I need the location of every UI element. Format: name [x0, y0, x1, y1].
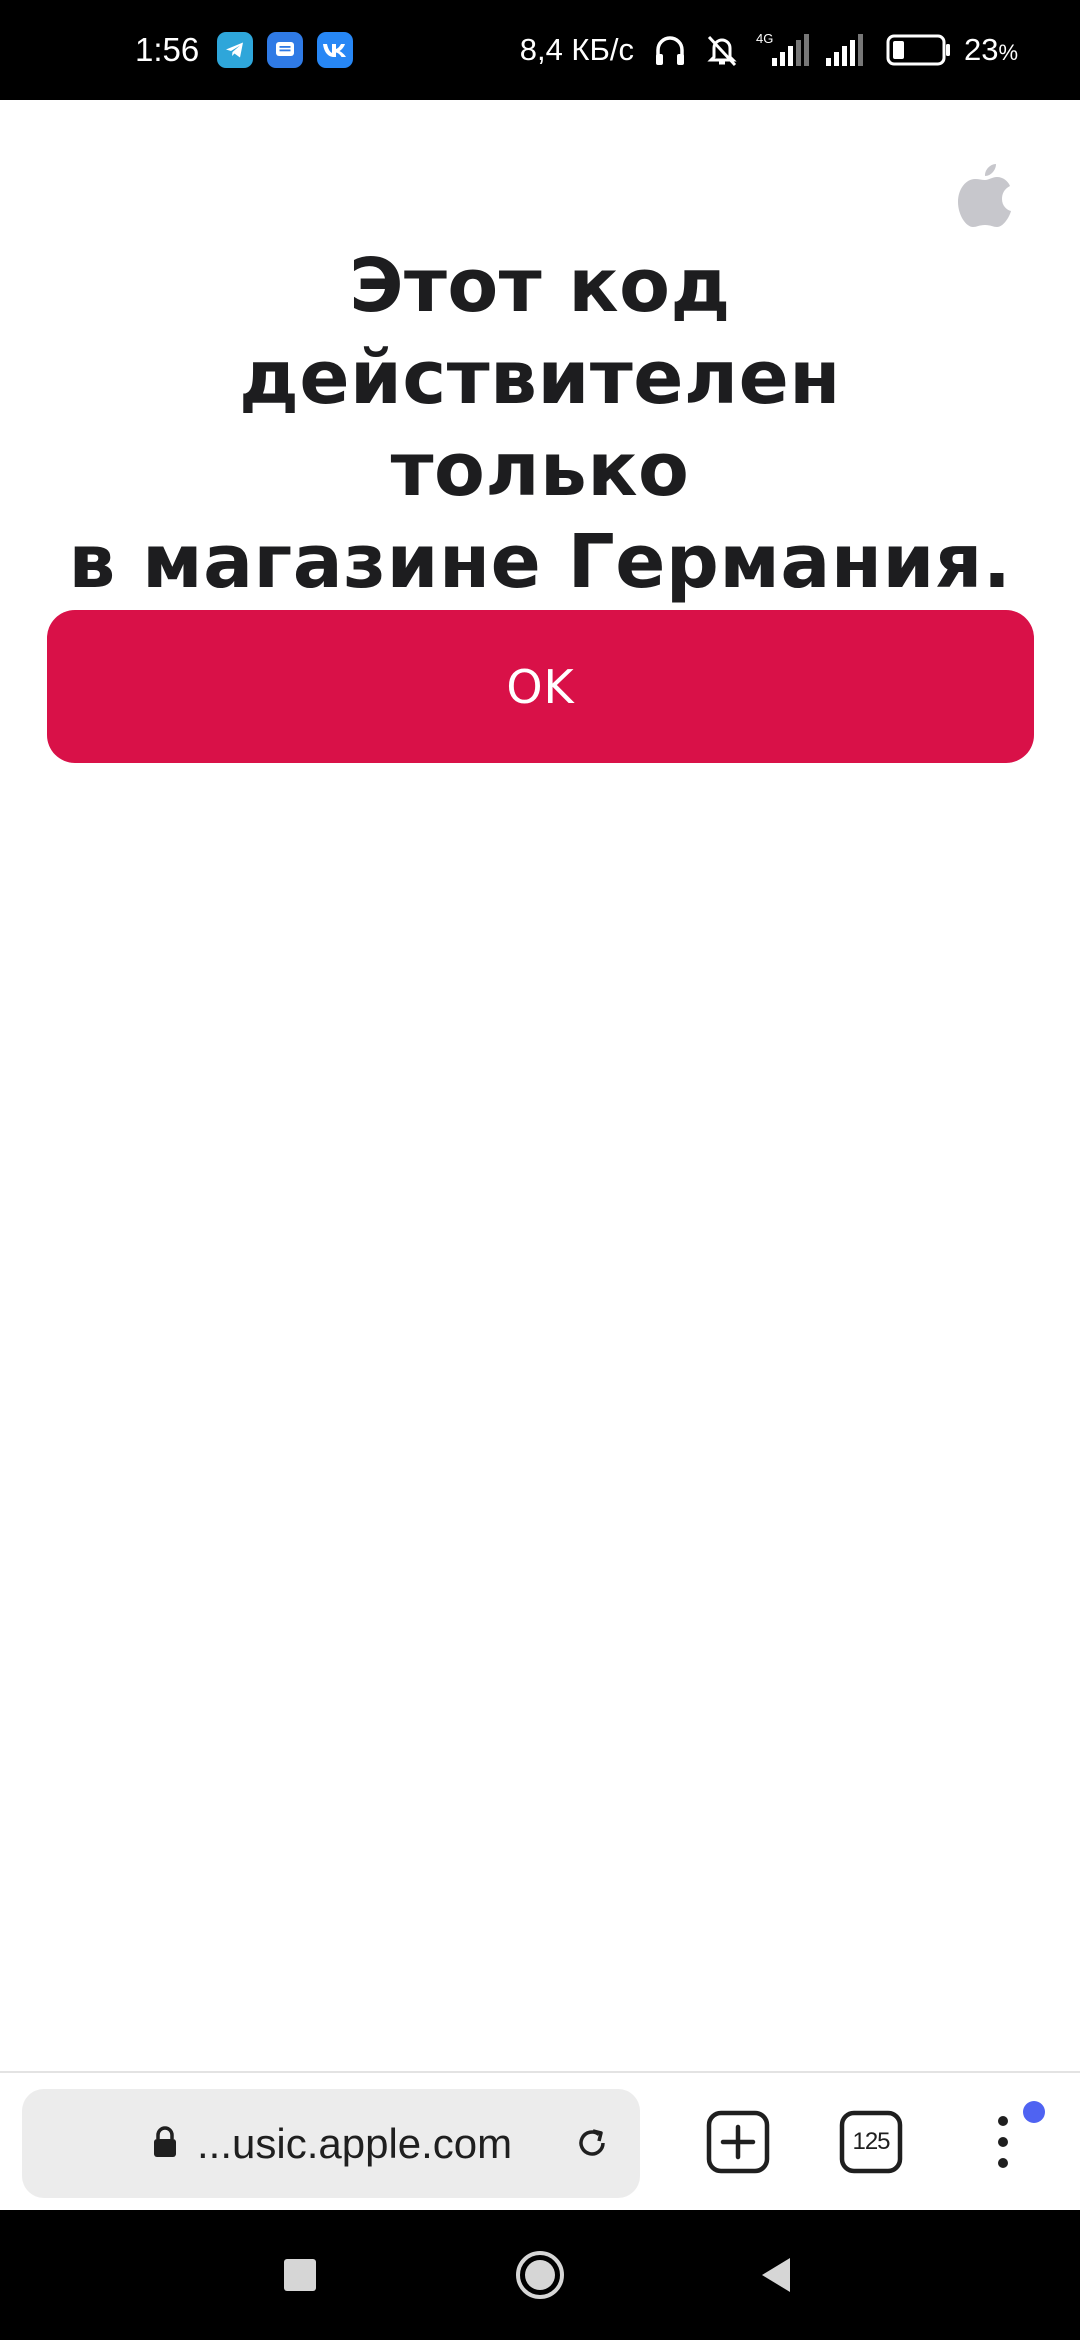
address-bar[interactable]: ...usic.apple.com: [22, 2089, 640, 2198]
network-type-label: 4G: [756, 31, 773, 46]
tabs-button[interactable]: 125: [838, 2109, 904, 2175]
page-title: Этот код действителен только в магазине …: [40, 240, 1040, 608]
headphones-icon: [650, 30, 690, 70]
square-icon: [284, 2259, 316, 2291]
screen: 1:56 8,4 КБ/с 4G 23% Этот код действител…: [0, 0, 1080, 2340]
signal-icon: [822, 30, 874, 70]
new-tab-button[interactable]: [705, 2109, 771, 2175]
battery-icon: [886, 33, 952, 67]
messages-icon: [267, 32, 304, 68]
battery-percent: 23%: [964, 32, 1018, 68]
ok-button[interactable]: OK: [47, 610, 1034, 763]
headline-line-3: в магазине Германия.: [68, 519, 1012, 605]
recents-button[interactable]: [250, 2210, 350, 2340]
status-bar: 1:56 8,4 КБ/с 4G 23%: [0, 0, 1080, 100]
headline-line-2: только: [390, 427, 690, 513]
plus-square-icon: [706, 2110, 770, 2174]
signal-4g-icon: 4G: [754, 30, 810, 70]
notification-dot: [1023, 2101, 1045, 2123]
tabs-count: 125: [852, 2128, 890, 2155]
headline-line-1: Этот код действителен: [239, 243, 841, 421]
apple-logo-icon: [958, 164, 1011, 227]
vk-icon: [317, 32, 354, 68]
reload-icon[interactable]: [572, 2123, 612, 2163]
battery-percent-value: 23: [963, 32, 999, 67]
browser-toolbar: ...usic.apple.com 125: [0, 2071, 1080, 2212]
bell-muted-icon: [702, 30, 742, 70]
more-vertical-icon: [998, 2116, 1008, 2168]
status-left: 1:56: [135, 0, 354, 100]
home-button[interactable]: [490, 2210, 590, 2340]
back-button[interactable]: [726, 2210, 826, 2340]
battery-level-fill: [892, 41, 904, 59]
battery-percent-unit: %: [998, 40, 1018, 65]
lock-icon: [154, 2126, 176, 2157]
navigation-bar: [0, 2210, 1080, 2340]
network-speed: 8,4 КБ/с: [519, 32, 634, 67]
home-circle-icon: [516, 2251, 564, 2299]
url-text: ...usic.apple.com: [197, 2120, 513, 2167]
status-time: 1:56: [135, 31, 200, 68]
status-right: 8,4 КБ/с 4G 23%: [520, 0, 1018, 100]
back-triangle-icon: [762, 2258, 790, 2292]
telegram-icon: [217, 32, 254, 68]
